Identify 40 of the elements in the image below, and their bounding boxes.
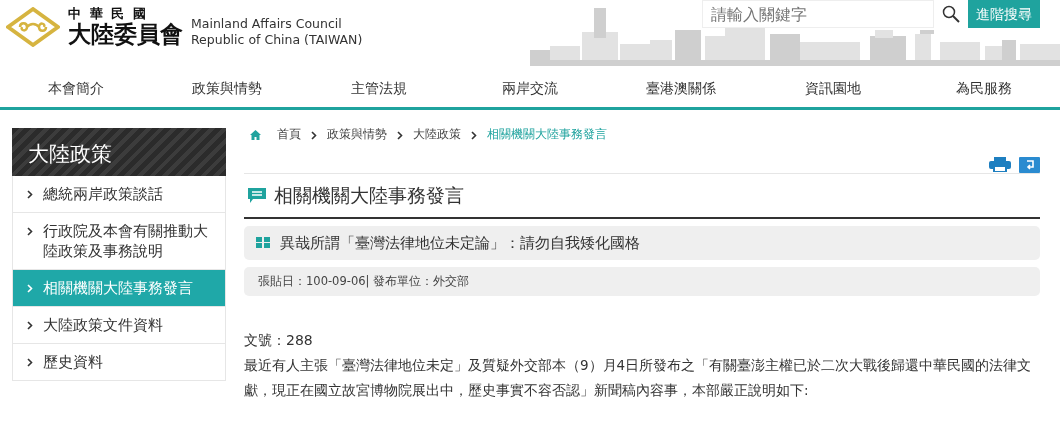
chevron-icon <box>27 227 33 236</box>
nav-link[interactable]: 為民服務 <box>908 78 1060 99</box>
nav-link[interactable]: 本會簡介 <box>0 78 152 99</box>
nav-link[interactable]: 資訊園地 <box>757 78 909 99</box>
message-icon <box>248 187 266 203</box>
nav-link[interactable]: 主管法規 <box>302 78 455 99</box>
breadcrumb-separator-icon <box>397 130 403 140</box>
logo-title: 中 華 民 國 <box>68 6 149 22</box>
search-icon[interactable] <box>942 5 960 23</box>
breadcrumb-separator-icon <box>471 130 477 140</box>
logo-subtitle: Mainland Affairs Council <box>191 16 343 32</box>
chevron-icon <box>27 358 33 367</box>
breadcrumb-link[interactable]: 首頁 <box>277 126 301 144</box>
grid-icon <box>256 237 270 249</box>
search-field[interactable]: 請輸入關鍵字 <box>702 0 934 28</box>
sidebar-item[interactable]: 大陸政策文件資料 <box>12 307 226 344</box>
home-icon[interactable] <box>250 130 261 140</box>
nav-link[interactable]: 政策與情勢 <box>151 78 303 99</box>
sidebar-item[interactable]: 行政院及本會有關推動大陸政策及事務說明 <box>12 213 226 270</box>
breadcrumb-link[interactable]: 大陸政策 <box>413 126 461 144</box>
sidebar-title: 大陸政策 <box>12 128 226 176</box>
article-meta: 張貼日：100-09-06| 發布單位：外交部 <box>244 267 1040 297</box>
document-number: 文號：288 <box>244 331 314 351</box>
logo-subtitle: Republic of China (TAIWAN) <box>191 31 363 48</box>
chevron-icon <box>27 190 33 199</box>
breadcrumb-separator-icon <box>311 130 317 140</box>
page-title: 相關機關大陸事務發言 <box>274 183 464 208</box>
nav-link[interactable]: 兩岸交流 <box>454 78 606 99</box>
article-title: 異哉所謂「臺灣法律地位未定論」：請勿自我矮化國格 <box>280 232 640 254</box>
chevron-icon <box>27 284 33 293</box>
logo-icon <box>6 6 60 47</box>
article-body: 最近有人主張「臺灣法律地位未定」及質疑外交部本（9）月4日所發布之「有關臺澎主權已於二次大戰後歸還中華民國的法律文獻，現正在國立故宮博物院展出中，歷史事實不容否認」新聞稿內容事，本部嚴正說明如下: <box>244 356 1033 401</box>
sidebar-item[interactable]: 總統兩岸政策談話 <box>12 176 226 213</box>
logo-title: 大陸委員會 <box>68 21 183 47</box>
print-icon[interactable] <box>989 157 1011 172</box>
back-icon[interactable] <box>1019 157 1040 173</box>
nav-link[interactable]: 臺港澳關係 <box>605 78 758 99</box>
sidebar-item[interactable]: 歷史資料 <box>12 344 226 381</box>
breadcrumb-link[interactable]: 政策與情勢 <box>327 126 387 144</box>
chevron-icon <box>27 321 33 330</box>
